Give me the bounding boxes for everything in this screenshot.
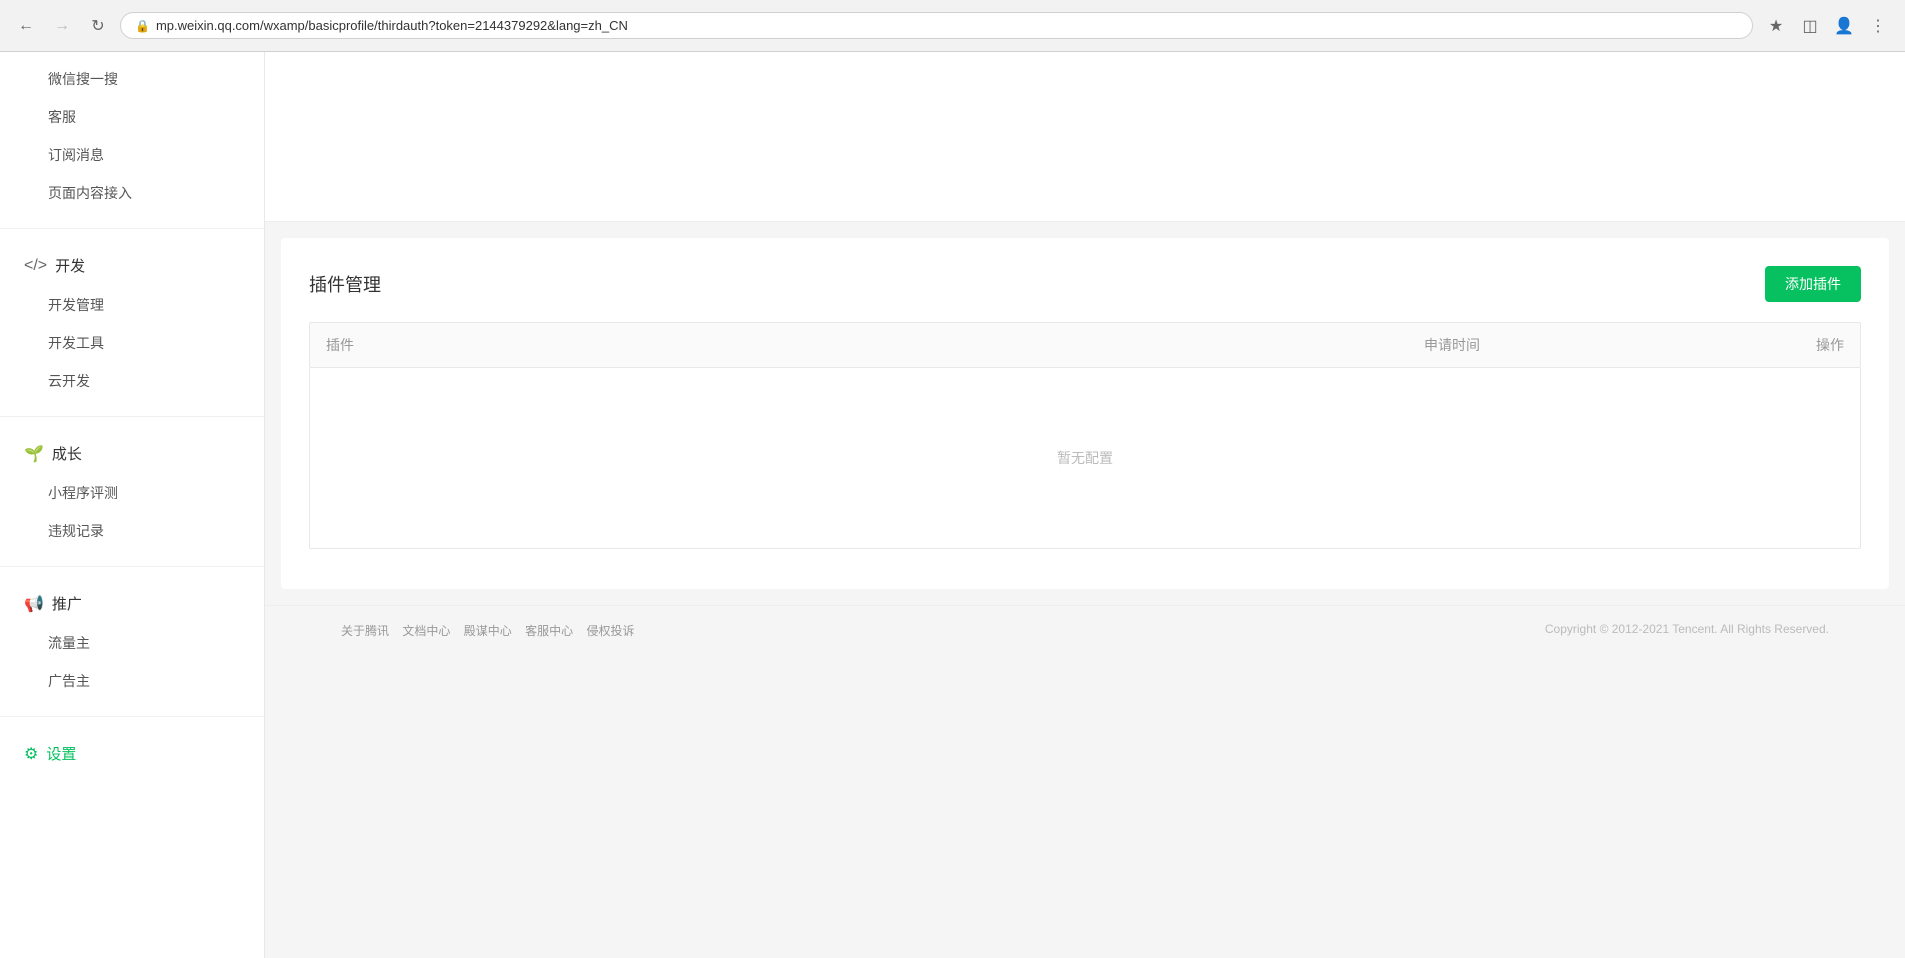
- sidebar-settings-label: 设置: [46, 743, 76, 764]
- back-button[interactable]: ←: [12, 12, 40, 40]
- sidebar-promote-label: 推广: [52, 593, 82, 614]
- sidebar-settings-section: ⚙ 设置: [0, 725, 264, 782]
- browser-toolbar: ★ ◫ 👤 ⋮: [1761, 11, 1893, 41]
- forward-button[interactable]: →: [48, 12, 76, 40]
- sidebar-growth-section: 🌱 成长 小程序评测 违规记录: [0, 425, 264, 558]
- top-panel: [265, 52, 1905, 222]
- sidebar-item-dev-tools[interactable]: 开发工具: [0, 324, 264, 362]
- sidebar-promote-header[interactable]: 📢 推广: [0, 583, 264, 624]
- sidebar-item-dev-management[interactable]: 开发管理: [0, 286, 264, 324]
- footer-links-left: 关于腾讯 文档中心 殿谋中心 客服中心 侵权投诉: [341, 622, 634, 639]
- page-footer: 关于腾讯 文档中心 殿谋中心 客服中心 侵权投诉 Copyright © 201…: [265, 605, 1905, 655]
- footer-copyright: Copyright © 2012-2021 Tencent. All Right…: [1545, 622, 1829, 639]
- lock-icon: 🔒: [135, 19, 150, 33]
- sidebar-divider-1: [0, 228, 264, 229]
- url-text: mp.weixin.qq.com/wxamp/basicprofile/thir…: [156, 18, 628, 33]
- address-bar[interactable]: 🔒 mp.weixin.qq.com/wxamp/basicprofile/th…: [120, 12, 1753, 39]
- sidebar-dev-label: 开发: [55, 255, 85, 276]
- sidebar-growth-header[interactable]: 🌱 成长: [0, 433, 264, 474]
- sidebar-growth-label: 成长: [52, 443, 82, 464]
- browser-chrome: ← → ↻ 🔒 mp.weixin.qq.com/wxamp/basicprof…: [0, 0, 1905, 52]
- footer-link-translate[interactable]: 殿谋中心: [464, 624, 512, 638]
- main-content: 插件管理 添加插件 插件 申请时间 操作 暂无配置 关于腾讯 文档中心: [265, 52, 1905, 958]
- sidebar-item-violation-record[interactable]: 违规记录: [0, 512, 264, 550]
- footer-link-complaint[interactable]: 侵权投诉: [586, 624, 634, 638]
- growth-icon: 🌱: [24, 444, 44, 464]
- sidebar-dev-section: </> 开发 开发管理 开发工具 云开发: [0, 237, 264, 408]
- plugin-management-card: 插件管理 添加插件 插件 申请时间 操作 暂无配置: [281, 238, 1889, 589]
- sidebar-item-subscribe[interactable]: 订阅消息: [0, 136, 264, 174]
- promote-icon: 📢: [24, 594, 44, 614]
- profile-icon[interactable]: 👤: [1829, 11, 1859, 41]
- sidebar-item-page-content[interactable]: 页面内容接入: [0, 174, 264, 212]
- sidebar-item-advertiser[interactable]: 广告主: [0, 662, 264, 700]
- footer-link-about[interactable]: 关于腾讯: [341, 624, 389, 638]
- plugin-card-title: 插件管理: [309, 271, 381, 297]
- bookmark-icon[interactable]: ★: [1761, 11, 1791, 41]
- reload-button[interactable]: ↻: [84, 12, 112, 40]
- menu-icon[interactable]: ⋮: [1863, 11, 1893, 41]
- col-time-label: 申请时间: [1424, 335, 1724, 355]
- plugin-card-header: 插件管理 添加插件: [309, 266, 1861, 302]
- app-container: 微信搜一搜 客服 订阅消息 页面内容接入 </> 开发 开发管理 开发工具 云开…: [0, 52, 1905, 958]
- sidebar-item-miniapp-review[interactable]: 小程序评测: [0, 474, 264, 512]
- sidebar-divider-4: [0, 716, 264, 717]
- sidebar-top-section: 微信搜一搜 客服 订阅消息 页面内容接入: [0, 52, 264, 220]
- sidebar-divider-3: [0, 566, 264, 567]
- footer-link-docs[interactable]: 文档中心: [402, 624, 450, 638]
- add-plugin-button[interactable]: 添加插件: [1765, 266, 1861, 302]
- sidebar-promote-section: 📢 推广 流量主 广告主: [0, 575, 264, 708]
- settings-icon: ⚙: [24, 744, 38, 764]
- sidebar-item-cloud-dev[interactable]: 云开发: [0, 362, 264, 400]
- sidebar-item-traffic-owner[interactable]: 流量主: [0, 624, 264, 662]
- footer-link-support[interactable]: 客服中心: [525, 624, 573, 638]
- code-icon: </>: [24, 257, 47, 275]
- sidebar: 微信搜一搜 客服 订阅消息 页面内容接入 </> 开发 开发管理 开发工具 云开…: [0, 52, 265, 958]
- footer-links: 关于腾讯 文档中心 殿谋中心 客服中心 侵权投诉 Copyright © 201…: [281, 622, 1889, 639]
- plugin-table-empty: 暂无配置: [309, 368, 1861, 549]
- cast-icon[interactable]: ◫: [1795, 11, 1825, 41]
- empty-text: 暂无配置: [1057, 450, 1113, 466]
- sidebar-item-weixin-search[interactable]: 微信搜一搜: [0, 60, 264, 98]
- sidebar-settings-header[interactable]: ⚙ 设置: [0, 733, 264, 774]
- col-action-label: 操作: [1724, 335, 1844, 355]
- sidebar-item-kefu[interactable]: 客服: [0, 98, 264, 136]
- col-plugin-label: 插件: [326, 335, 1424, 355]
- sidebar-dev-header[interactable]: </> 开发: [0, 245, 264, 286]
- plugin-table-header: 插件 申请时间 操作: [309, 322, 1861, 368]
- sidebar-divider-2: [0, 416, 264, 417]
